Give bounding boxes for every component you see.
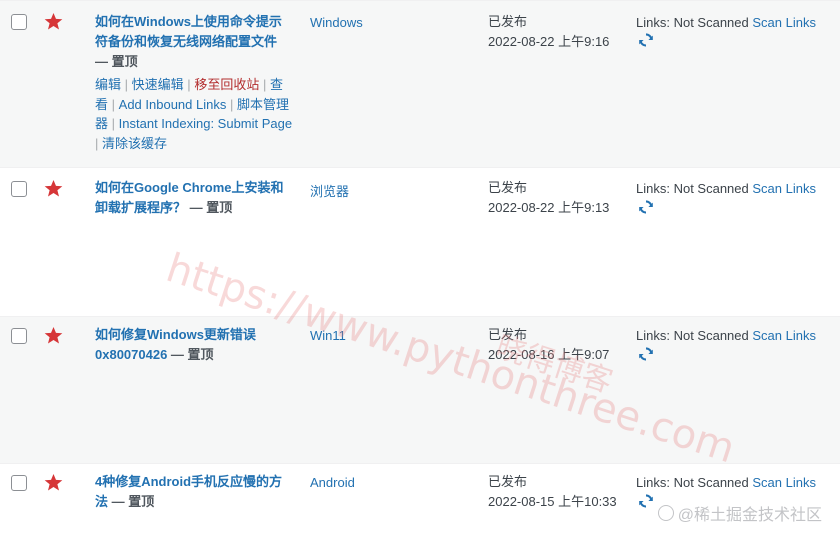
- post-date: 2022-08-15 上午10:33: [488, 494, 617, 509]
- table-row: 4种修复Android手机反应慢的方法 — 置顶 Android 已发布 202…: [0, 463, 840, 541]
- separator: |: [111, 96, 116, 112]
- post-state: — 置顶: [167, 347, 214, 362]
- category-link[interactable]: Windows: [310, 15, 363, 30]
- post-title: 4种修复Android手机反应慢的方法 — 置顶: [95, 472, 290, 512]
- scan-links-link[interactable]: Scan Links: [752, 15, 816, 30]
- row-actions: 编辑 | 快速编辑 | 移至回收站 | 查看 | Add Inbound Lin…: [95, 75, 295, 153]
- links-status: Links: Not Scanned Scan Links: [636, 328, 816, 343]
- refresh-icon[interactable]: [638, 346, 654, 362]
- row-checkbox[interactable]: [11, 475, 27, 491]
- quick-edit-link[interactable]: 快速编辑: [132, 77, 184, 92]
- edit-link[interactable]: 编辑: [95, 77, 121, 92]
- separator: |: [124, 77, 129, 92]
- category-link[interactable]: Win11: [310, 328, 346, 343]
- add-inbound-links-link[interactable]: Add Inbound Links: [119, 97, 227, 112]
- refresh-icon[interactable]: [638, 493, 654, 509]
- post-status: 已发布 2022-08-15 上午10:33: [488, 472, 617, 512]
- post-title: 如何修复Windows更新错误0x80070426 — 置顶: [95, 325, 290, 365]
- status-label: 已发布: [488, 14, 528, 29]
- post-date: 2022-08-16 上午9:07: [488, 347, 610, 362]
- separator: |: [187, 77, 191, 92]
- post-date: 2022-08-22 上午9:16: [488, 34, 610, 49]
- star-icon[interactable]: [44, 473, 63, 492]
- scan-links-link[interactable]: Scan Links: [752, 328, 816, 343]
- scan-links-link[interactable]: Scan Links: [752, 475, 816, 490]
- row-checkbox[interactable]: [11, 14, 27, 30]
- post-status: 已发布 2022-08-16 上午9:07: [488, 325, 609, 365]
- row-checkbox[interactable]: [11, 181, 27, 197]
- scan-links-link[interactable]: Scan Links: [752, 181, 816, 196]
- post-status: 已发布 2022-08-22 上午9:13: [488, 178, 609, 218]
- star-icon[interactable]: [44, 12, 63, 31]
- separator: |: [229, 96, 234, 112]
- row-checkbox[interactable]: [11, 328, 27, 344]
- post-title: 如何在Windows上使用命令提示符备份和恢复无线网络配置文件 — 置顶: [95, 12, 290, 72]
- status-label: 已发布: [488, 180, 528, 195]
- links-status-label: Links: Not Scanned: [636, 328, 749, 343]
- category-link[interactable]: Android: [310, 475, 355, 490]
- links-status: Links: Not Scanned Scan Links: [636, 15, 816, 30]
- separator: |: [111, 116, 116, 131]
- status-label: 已发布: [488, 474, 528, 489]
- table-row: 如何在Windows上使用命令提示符备份和恢复无线网络配置文件 — 置顶 编辑 …: [0, 0, 840, 167]
- refresh-icon[interactable]: [638, 199, 654, 215]
- category-link[interactable]: 浏览器: [310, 181, 349, 200]
- clear-cache-link[interactable]: 清除该缓存: [102, 136, 167, 151]
- post-title: 如何在Google Chrome上安装和卸载扩展程序？ — 置顶: [95, 178, 290, 218]
- post-title-link[interactable]: 如何在Windows上使用命令提示符备份和恢复无线网络配置文件: [95, 14, 282, 49]
- links-status-label: Links: Not Scanned: [636, 181, 749, 196]
- links-status: Links: Not Scanned Scan Links: [636, 475, 816, 490]
- trash-link[interactable]: 移至回收站: [194, 77, 259, 92]
- post-state: — 置顶: [186, 200, 233, 215]
- links-status: Links: Not Scanned Scan Links: [636, 181, 816, 196]
- table-row: 如何在Google Chrome上安装和卸载扩展程序？ — 置顶 浏览器 已发布…: [0, 167, 840, 316]
- links-status-label: Links: Not Scanned: [636, 15, 749, 30]
- star-icon[interactable]: [44, 326, 63, 345]
- refresh-icon[interactable]: [638, 32, 654, 48]
- post-state: — 置顶: [95, 54, 138, 69]
- post-date: 2022-08-22 上午9:13: [488, 200, 610, 215]
- separator: |: [95, 135, 99, 151]
- star-icon[interactable]: [44, 179, 63, 198]
- instant-indexing-link[interactable]: Instant Indexing: Submit Page: [119, 116, 292, 131]
- table-row: 如何修复Windows更新错误0x80070426 — 置顶 Win11 已发布…: [0, 316, 840, 463]
- links-status-label: Links: Not Scanned: [636, 475, 749, 490]
- post-state: — 置顶: [108, 494, 155, 509]
- separator: |: [262, 77, 267, 92]
- post-status: 已发布 2022-08-22 上午9:16: [488, 12, 609, 52]
- status-label: 已发布: [488, 327, 528, 342]
